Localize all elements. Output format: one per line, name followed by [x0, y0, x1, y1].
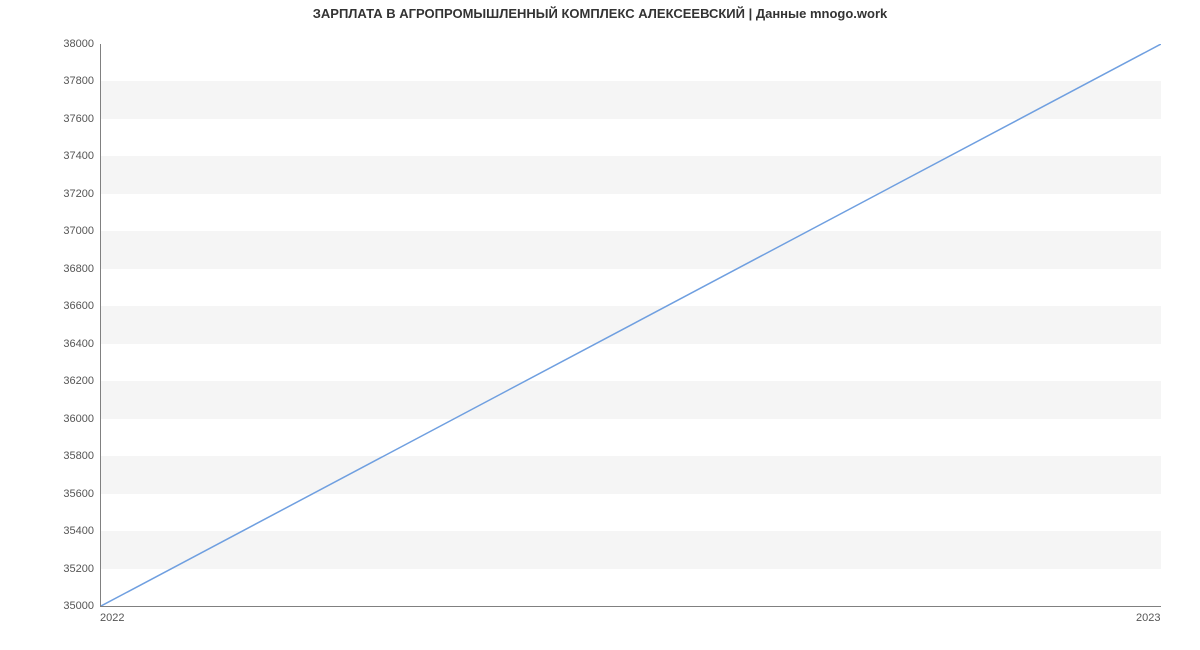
- y-tick-label: 35600: [4, 488, 94, 500]
- x-tick-label: 2023: [1136, 612, 1160, 624]
- y-tick-label: 35800: [4, 450, 94, 462]
- series-line: [101, 44, 1161, 606]
- y-tick-label: 36400: [4, 338, 94, 350]
- y-tick-label: 35200: [4, 563, 94, 575]
- y-tick-label: 37200: [4, 188, 94, 200]
- y-tick-label: 37600: [4, 113, 94, 125]
- y-tick-label: 36000: [4, 413, 94, 425]
- plot-area: [100, 44, 1161, 607]
- y-tick-label: 36600: [4, 300, 94, 312]
- x-tick-label: 2022: [100, 612, 124, 624]
- chart-svg: [101, 44, 1161, 606]
- y-tick-label: 36800: [4, 263, 94, 275]
- chart-title: ЗАРПЛАТА В АГРОПРОМЫШЛЕННЫЙ КОМПЛЕКС АЛЕ…: [0, 6, 1200, 21]
- y-tick-label: 36200: [4, 375, 94, 387]
- y-tick-label: 35400: [4, 525, 94, 537]
- y-tick-label: 35000: [4, 600, 94, 612]
- y-tick-label: 37800: [4, 75, 94, 87]
- chart-container: ЗАРПЛАТА В АГРОПРОМЫШЛЕННЫЙ КОМПЛЕКС АЛЕ…: [0, 0, 1200, 650]
- y-tick-label: 37400: [4, 150, 94, 162]
- y-tick-label: 38000: [4, 38, 94, 50]
- y-tick-label: 37000: [4, 225, 94, 237]
